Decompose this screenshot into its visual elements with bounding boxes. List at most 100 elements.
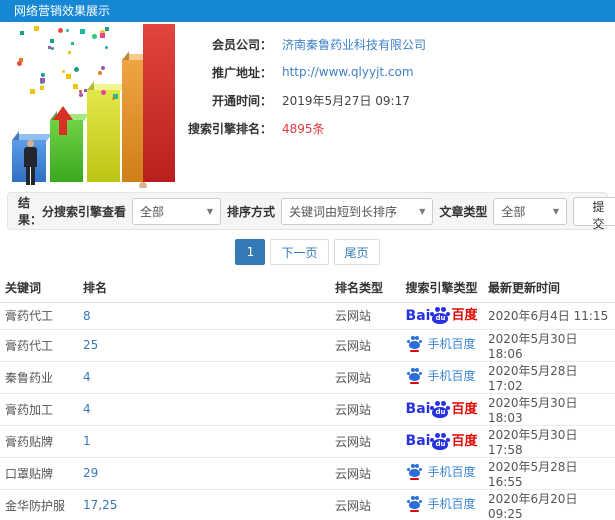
header-engine-type: 搜索引擎类型 [395, 274, 488, 303]
keyword-cell: 金华防护服 [0, 489, 83, 520]
engine-cell: Bai du 百度 [395, 425, 488, 458]
engine-filter-value: 全部 [140, 204, 165, 219]
confetti-dot [20, 31, 24, 35]
engine-filter-select[interactable]: 全部 ▼ [132, 197, 221, 225]
mobile-baidu-icon: 手机百度 [407, 496, 476, 512]
rank-link[interactable]: 4 [83, 402, 91, 416]
engine-cell: 手机百度 [395, 329, 488, 362]
promo-url-label: 推广地址： [211, 65, 272, 80]
updated-cell: 2020年5月30日 17:58 [488, 425, 615, 458]
last-page-button[interactable]: 尾页 [333, 239, 380, 265]
baidu-paw-icon: du [430, 400, 451, 418]
mobile-baidu-icon: 手机百度 [407, 368, 476, 384]
confetti-dot [62, 70, 65, 73]
baidu-bai-text: Bai [405, 401, 431, 417]
mobile-baidu-icon: 手机百度 [407, 464, 476, 480]
confetti-dot [50, 39, 54, 43]
rank-link[interactable]: 1 [83, 434, 91, 448]
rank-link[interactable]: 25 [83, 338, 98, 352]
rank-type-cell: 云网站 [335, 457, 395, 490]
confetti-dot [101, 90, 106, 95]
baidu-paw-icon: du [430, 307, 451, 324]
confetti-dot [112, 97, 115, 100]
promo-url-link[interactable]: http://www.qlyyjt.com [282, 65, 414, 79]
baidu-bai-text: Bai [405, 433, 431, 449]
keyword-cell: 膏药加工 [0, 393, 83, 426]
rank-link[interactable]: 4 [83, 370, 91, 384]
baidu-bai-text: Bai [405, 307, 431, 324]
confetti-dot [66, 29, 69, 32]
baidu-paw-icon [407, 464, 423, 480]
rank-type-cell: 云网站 [335, 489, 395, 520]
mobile-baidu-label: 手机百度 [427, 368, 476, 383]
sort-value: 关键词由短到长排序 [289, 204, 398, 219]
rank-link[interactable]: 29 [83, 466, 98, 480]
table-row: 膏药代工 25 云网站 手机百度 2020年5月30日 18:06 [0, 329, 615, 362]
rank-cell: 17,25 [83, 489, 335, 520]
baidu-cn-text: 百度 [451, 308, 478, 323]
table-row: 金华防护服 17,25 云网站 手机百度 2020年6月20日 09:25 [0, 489, 615, 520]
keyword-cell: 膏药代工 [0, 302, 83, 330]
chevron-down-icon: ▼ [419, 206, 426, 216]
confetti-dot [80, 29, 85, 34]
updated-cell: 2020年5月30日 18:06 [488, 329, 615, 362]
confetti-dot [98, 71, 102, 75]
baidu-logo-icon: Bai du 百度 [405, 432, 478, 450]
rank-link[interactable]: 8 [83, 309, 91, 323]
next-page-button[interactable]: 下一页 [270, 239, 329, 265]
baidu-cn-text: 百度 [451, 401, 478, 417]
rank-cell: 4 [83, 361, 335, 394]
confetti-dot [92, 34, 97, 39]
baidu-paw-icon [407, 336, 423, 352]
table-row: 秦鲁药业 4 云网站 手机百度 2020年5月28日 17:02 [0, 361, 615, 394]
pagination: 1 下一页 尾页 [0, 230, 615, 274]
filter-bar: 结果： 分搜索引擎查看 全部 ▼ 排序方式 关键词由短到长排序 ▼ 文章类型 全… [7, 192, 615, 231]
keyword-ranking-table: 关键词 排名 排名类型 搜索引擎类型 最新更新时间 膏药代工 8 云网站 Bai… [0, 274, 615, 520]
rank-type-cell: 云网站 [335, 302, 395, 330]
rank-count-label: 搜索引擎排名： [187, 121, 272, 136]
updated-cell: 2020年6月20日 09:25 [488, 489, 615, 520]
confetti-dot [79, 90, 82, 93]
mobile-baidu-label: 手机百度 [427, 496, 476, 511]
table-header-row: 关键词 排名 排名类型 搜索引擎类型 最新更新时间 [0, 274, 615, 303]
updated-cell: 2020年5月28日 16:55 [488, 457, 615, 490]
info-row-rank-count: 搜索引擎排名： 4895条 [172, 114, 426, 142]
info-row-company: 会员公司： 济南秦鲁药业科技有限公司 [172, 30, 426, 58]
article-type-select[interactable]: 全部 ▼ [493, 197, 567, 225]
confetti-dot [74, 67, 79, 72]
sort-select[interactable]: 关键词由短到长排序 ▼ [281, 197, 434, 225]
rank-count-value: 4895条 [282, 121, 325, 136]
keyword-cell: 膏药贴牌 [0, 425, 83, 458]
rank-type-cell: 云网站 [335, 425, 395, 458]
baidu-cn-text: 百度 [451, 433, 478, 449]
mobile-baidu-label: 手机百度 [427, 464, 476, 479]
confetti-dot [34, 26, 39, 31]
confetti-dot [40, 78, 45, 83]
rank-cell: 4 [83, 393, 335, 426]
rank-type-cell: 云网站 [335, 329, 395, 362]
page-title: 网络营销效果展示 [14, 4, 111, 18]
confetti-dot [105, 46, 108, 49]
open-time-label: 开通时间： [211, 93, 272, 108]
rank-link[interactable]: 17,25 [83, 498, 117, 512]
confetti-dot [100, 33, 105, 38]
engine-cell: 手机百度 [395, 489, 488, 520]
engine-cell: 手机百度 [395, 361, 488, 394]
confetti-dot [73, 84, 78, 89]
rank-cell: 8 [83, 302, 335, 330]
rank-cell: 25 [83, 329, 335, 362]
baidu-logo-icon: Bai du 百度 [405, 400, 478, 418]
result-label: 结果： [18, 196, 43, 227]
confetti-dot [84, 89, 87, 92]
company-link[interactable]: 济南秦鲁药业科技有限公司 [282, 36, 426, 53]
confetti-dot [105, 27, 109, 31]
page-1-button[interactable]: 1 [235, 239, 266, 265]
updated-cell: 2020年6月4日 11:15 [488, 302, 615, 330]
submit-button[interactable]: 提交 [573, 196, 615, 231]
mobile-baidu-icon: 手机百度 [407, 336, 476, 352]
chevron-down-icon: ▼ [206, 206, 213, 216]
confetti-dot [66, 74, 71, 79]
confetti-dot [40, 86, 44, 90]
confetti-dot [30, 89, 35, 94]
engine-cell: 手机百度 [395, 457, 488, 490]
